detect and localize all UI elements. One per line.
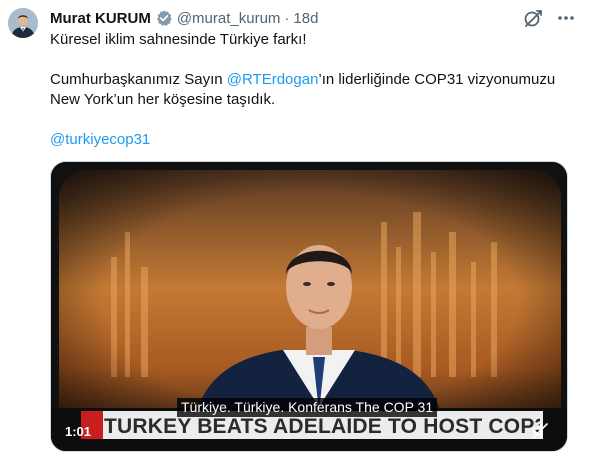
separator-dot: · <box>284 9 290 27</box>
tweet-text-paragraph: Cumhurbaşkanımız Sayın @RTErdogan’ın lid… <box>50 70 580 90</box>
video-player[interactable]: Türkiye. Türkiye. Konferans The COP 31 T… <box>50 161 568 452</box>
tweet-text-line: Küresel iklim sahnesinde Türkiye farkı! <box>50 31 307 48</box>
avatar[interactable] <box>8 8 38 38</box>
tweet-text-segment: Cumhurbaşkanımız Sayın <box>50 71 227 88</box>
verified-badge-icon[interactable] <box>155 9 173 27</box>
tweet-text: Küresel iklim sahnesinde Türkiye farkı! … <box>50 30 580 150</box>
mention-link[interactable]: @turkiyecop31 <box>50 131 150 148</box>
grok-icon[interactable] <box>522 7 544 29</box>
author-name[interactable]: Murat KURUM <box>50 10 151 27</box>
tweet-timestamp[interactable]: 18d <box>293 10 318 27</box>
mention-link[interactable]: @RTErdogan <box>227 71 319 88</box>
tweet-text-line: New York’un her köşesine taşıdık. <box>50 91 276 108</box>
video-subtitle: Türkiye. Türkiye. Konferans The COP 31 <box>177 398 438 417</box>
author-handle[interactable]: @murat_kurum <box>177 10 281 27</box>
video-duration: 1:01 <box>65 424 92 439</box>
tweet-text-segment: ’ın liderliğinde COP31 vizyonumuzu <box>318 71 556 88</box>
mute-icon[interactable] <box>530 421 550 441</box>
more-icon[interactable] <box>555 7 577 29</box>
news-headline: TURKEY BEATS ADELAIDE TO HOST COP31 <box>104 416 540 438</box>
tweet-header: Murat KURUM @murat_kurum · 18d <box>50 8 318 28</box>
